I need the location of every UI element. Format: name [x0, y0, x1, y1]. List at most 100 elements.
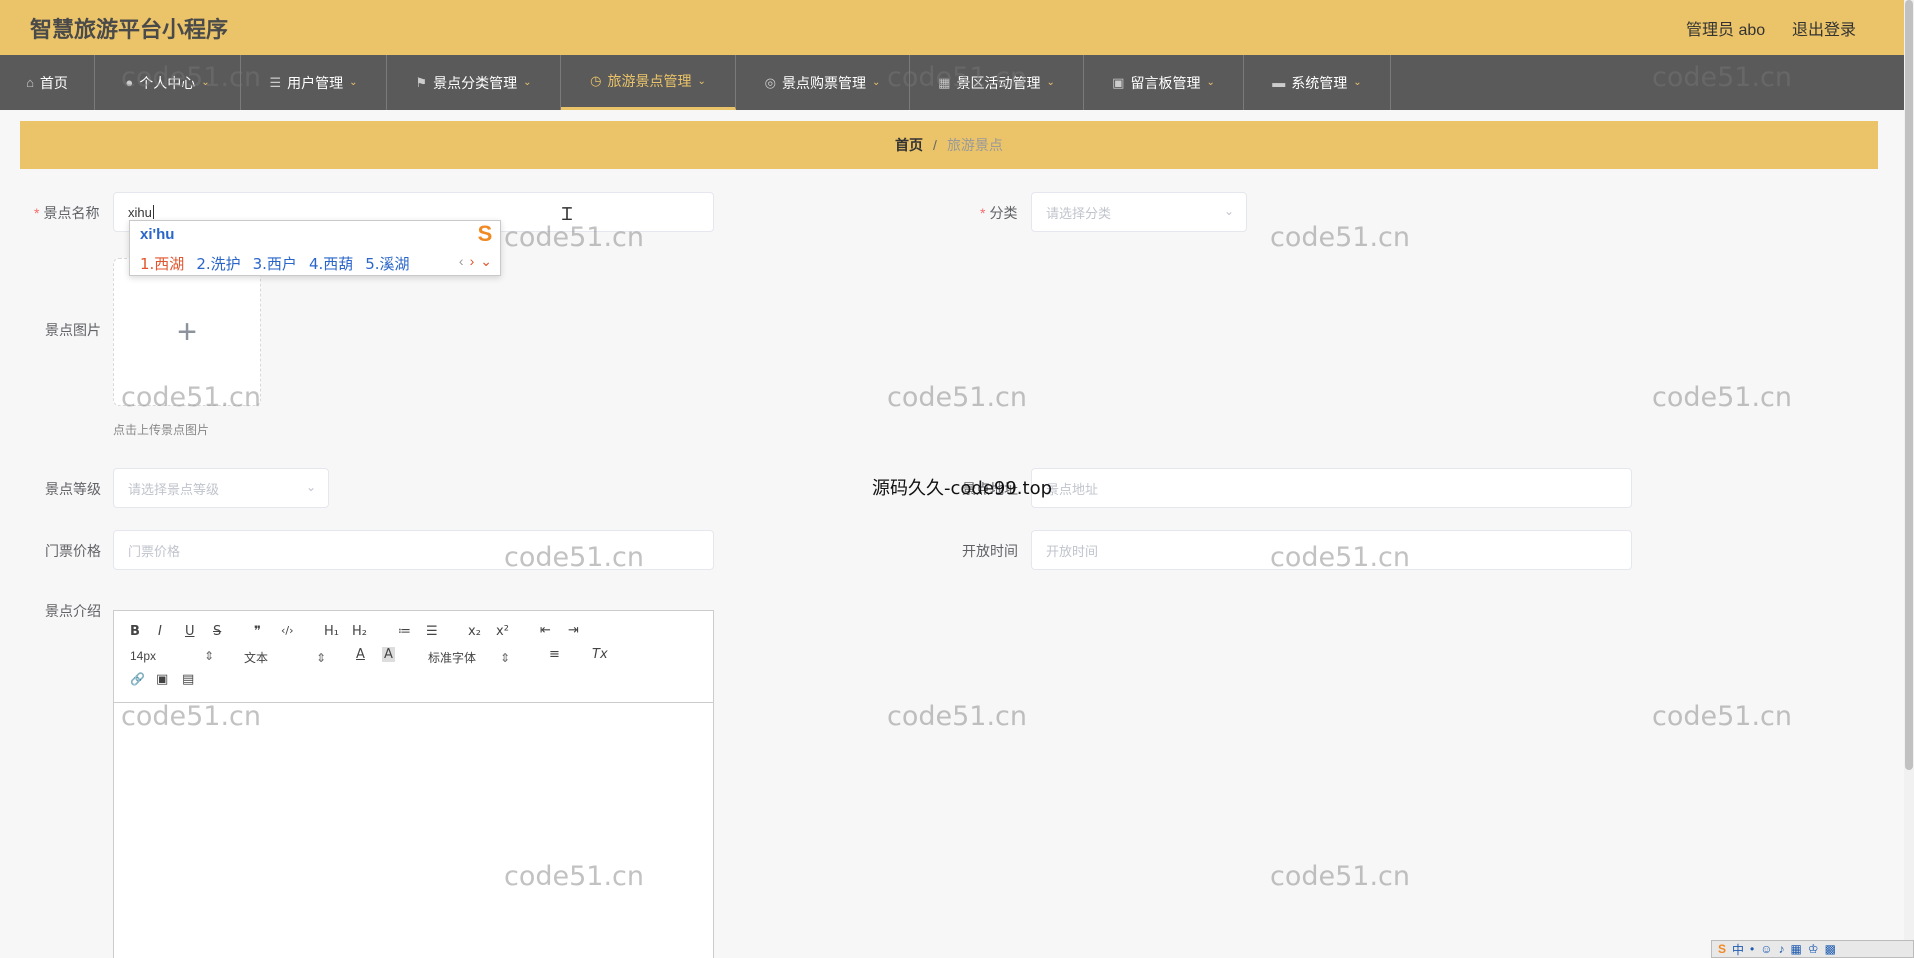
ime-candidates: 1.西湖 2.洗护 3.西户 4.西葫 5.溪湖: [140, 253, 410, 274]
link-button[interactable]: 🔗: [130, 672, 145, 686]
ordered-list-button[interactable]: ≔: [398, 624, 411, 639]
chevron-down-icon: ⌄: [305, 480, 316, 494]
italic-button[interactable]: I: [158, 624, 162, 639]
editor-content-area[interactable]: [114, 703, 713, 958]
indent-button[interactable]: ⇥: [568, 623, 579, 638]
font-size-select[interactable]: 14px ⇕: [130, 649, 214, 663]
app-title: 智慧旅游平台小程序: [30, 17, 229, 42]
sogou-logo-icon: S: [477, 221, 493, 246]
nav-item-label: 景点分类管理: [433, 74, 518, 91]
chevron-down-icon: ⌄: [523, 77, 532, 88]
chevron-down-icon: ⌄: [1353, 77, 1362, 88]
page-scrollbar-thumb[interactable]: [1905, 0, 1913, 770]
rich-text-editor: B I U S ❞ ‹/› H₁ H₂ ≔ ☰ x₂ x² ⇤ ⇥ 14px ⇕ …: [113, 610, 714, 958]
chevron-down-icon: ⌄: [871, 77, 881, 88]
underline-button[interactable]: U: [185, 624, 195, 639]
nav-item-label: 系统管理: [1291, 74, 1348, 91]
home-icon: ⌂: [26, 75, 34, 90]
watermark: code51.cn: [887, 701, 1028, 732]
h1-button[interactable]: H₁: [324, 624, 339, 639]
ime-status-bar: S 中 • ☺ ♪ ▦ ♔ ▩: [1711, 940, 1914, 958]
level-select[interactable]: 请选择景点等级 ⌄: [113, 468, 329, 508]
ime-pinyin: xi'hu: [140, 226, 175, 243]
nav-item-system[interactable]: ▬ 系统管理 ⌄: [1244, 55, 1391, 110]
price-input[interactable]: 门票价格: [113, 530, 714, 570]
watermark: code51.cn: [1270, 222, 1411, 253]
chevron-down-icon: ⌄: [1223, 204, 1234, 218]
name-label: * 景点名称: [34, 205, 100, 221]
level-label: 景点等级: [45, 481, 101, 497]
bold-button[interactable]: B: [130, 624, 140, 639]
ime-candidate[interactable]: 4.西葫: [309, 253, 353, 274]
ime-candidate[interactable]: 3.西户: [253, 253, 297, 274]
background-color-button[interactable]: A: [382, 647, 395, 662]
emoji-icon[interactable]: ☺: [1760, 942, 1772, 956]
font-family-select[interactable]: 标准字体 ⇕: [428, 649, 510, 666]
ime-candidate[interactable]: 1.西湖: [140, 253, 184, 274]
subscript-button[interactable]: x₂: [468, 624, 481, 639]
nav-item-category[interactable]: ⚑ 景点分类管理 ⌄: [387, 55, 561, 110]
image-button[interactable]: ▣: [156, 672, 168, 687]
address-input[interactable]: 景点地址: [1031, 468, 1632, 508]
nav-item-label: 景点购票管理: [781, 74, 866, 91]
quote-button[interactable]: ❞: [254, 624, 261, 639]
intro-label: 景点介绍: [45, 603, 101, 619]
chevron-down-icon: ⌄: [1046, 77, 1055, 88]
chevron-right-icon[interactable]: ›: [470, 253, 475, 270]
microphone-icon[interactable]: ♪: [1779, 942, 1785, 956]
skin-icon[interactable]: ♔: [1808, 942, 1819, 956]
top-header: 智慧旅游平台小程序 管理员 abo 退出登录: [0, 0, 1904, 55]
category-select[interactable]: 请选择分类 ⌄: [1031, 192, 1247, 232]
font-color-button[interactable]: A: [356, 647, 365, 662]
video-button[interactable]: ▤: [182, 672, 194, 687]
monitor-icon: ▬: [1272, 75, 1286, 90]
flag-icon: ⚑: [415, 74, 428, 90]
header-select[interactable]: 文本 ⇕: [244, 649, 326, 666]
strike-button[interactable]: S: [213, 624, 221, 639]
text-cursor-icon: Ɪ: [562, 204, 573, 224]
nav-item-label: 用户管理: [287, 74, 344, 91]
watermark: code51.cn: [1652, 382, 1793, 413]
nav-item-scenic-spots[interactable]: ◷ 旅游景点管理 ⌄: [561, 55, 736, 110]
chevron-down-icon: ⌄: [349, 77, 358, 88]
toolbox-icon[interactable]: ▩: [1825, 942, 1836, 956]
watermark: code51.cn: [887, 382, 1028, 413]
updown-icon: ⇕: [500, 651, 511, 665]
keyboard-icon[interactable]: ▦: [1791, 942, 1802, 956]
chevron-left-icon[interactable]: ‹: [459, 253, 464, 270]
nav-item-home[interactable]: ⌂ 首页: [0, 55, 95, 110]
align-button[interactable]: ≡: [549, 647, 560, 662]
nav-item-label: 旅游景点管理: [607, 73, 692, 89]
nav-item-label: 景区活动管理: [956, 74, 1041, 91]
sogou-logo-icon: S: [1718, 942, 1727, 956]
compass-icon: ◎: [764, 74, 776, 90]
ime-nav: ‹ › ⌄: [459, 253, 492, 270]
ime-candidate[interactable]: 2.洗护: [196, 253, 240, 274]
superscript-button[interactable]: x²: [496, 624, 509, 639]
ime-candidate[interactable]: 5.溪湖: [365, 253, 409, 274]
bullet-list-button[interactable]: ☰: [426, 624, 438, 639]
code-block-button[interactable]: ‹/›: [281, 624, 294, 637]
nav-item-messages[interactable]: ▣ 留言板管理 ⌄: [1084, 55, 1244, 110]
logout-link[interactable]: 退出登录: [1792, 16, 1856, 40]
nav-item-tickets[interactable]: ◎ 景点购票管理 ⌄: [736, 55, 910, 110]
required-mark: *: [34, 205, 40, 221]
nav-item-activities[interactable]: ▦ 景区活动管理 ⌄: [910, 55, 1084, 110]
clock-icon: ◷: [590, 73, 602, 88]
image-upload-button[interactable]: +: [113, 258, 261, 406]
chevron-down-icon[interactable]: ⌄: [480, 253, 492, 270]
nav-item-label: 个人中心: [139, 74, 196, 91]
chevron-down-icon: ⌄: [201, 77, 210, 88]
outdent-button[interactable]: ⇤: [540, 623, 551, 638]
chevron-down-icon: ⌄: [1206, 77, 1215, 88]
clear-format-button[interactable]: Tx: [592, 647, 608, 662]
open-time-input[interactable]: 开放时间: [1031, 530, 1632, 570]
updown-icon: ⇕: [204, 649, 215, 663]
punctuation-icon[interactable]: •: [1750, 942, 1754, 956]
nav-item-profile[interactable]: ● 个人中心 ⌄: [95, 55, 241, 110]
nav-item-users[interactable]: ☰ 用户管理 ⌄: [241, 55, 387, 110]
breadcrumb-home[interactable]: 首页: [895, 135, 923, 155]
ime-language-toggle[interactable]: 中: [1732, 941, 1744, 958]
h2-button[interactable]: H₂: [352, 624, 367, 639]
text-caret: [152, 205, 154, 219]
